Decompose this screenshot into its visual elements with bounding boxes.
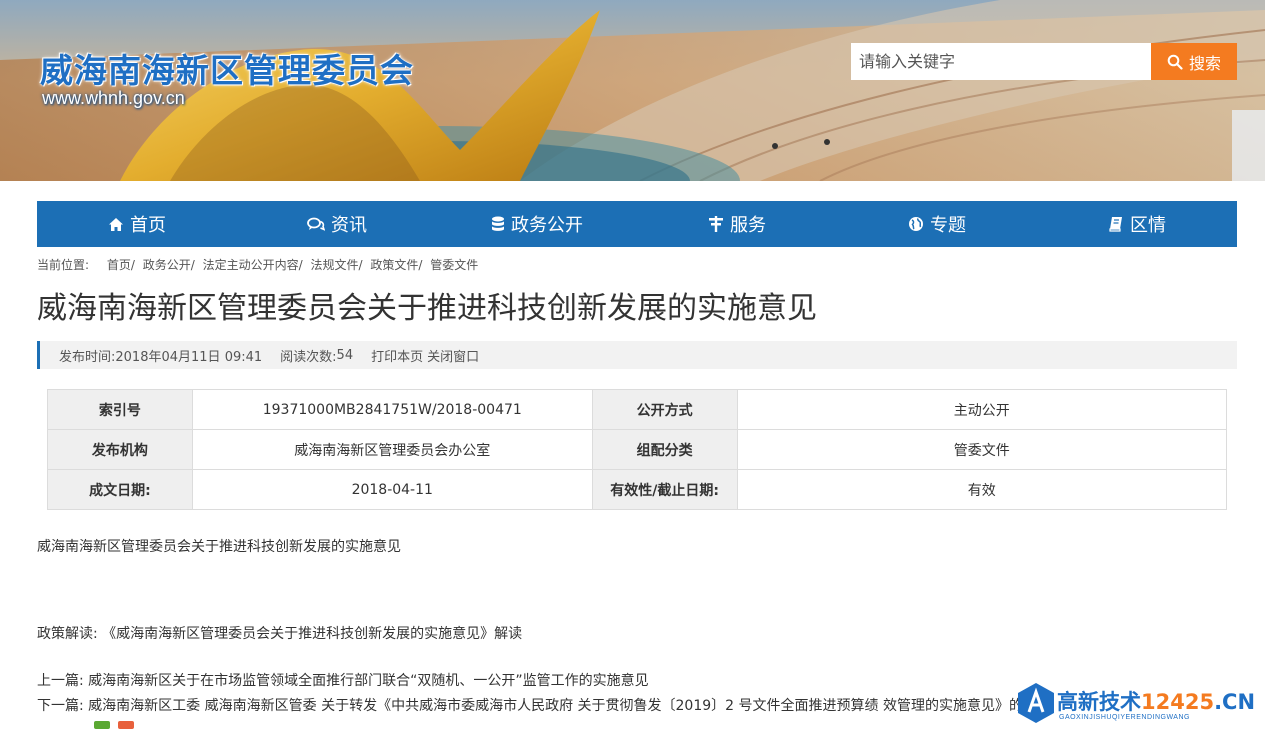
site-url: www.whnh.gov.cn bbox=[42, 88, 185, 108]
table-row: 索引号 19371000MB2841751W/2018-00471 公开方式 主… bbox=[47, 389, 1228, 430]
interpretation-label: 政策解读: bbox=[37, 626, 98, 642]
watermark-suffix: .CN bbox=[1214, 690, 1256, 714]
article-meta: 发布时间: 2018年04月11日 09:41 阅读次数: 54 打印本页 关闭… bbox=[37, 341, 1237, 369]
breadcrumb-link[interactable]: 法规文件/ bbox=[311, 258, 363, 272]
breadcrumb-link[interactable]: 法定主动公开内容/ bbox=[203, 258, 303, 272]
breadcrumb-link[interactable]: 首页/ bbox=[107, 258, 135, 272]
article-body-title: 威海南海新区管理委员会关于推进科技创新发展的实施意见 bbox=[37, 539, 401, 555]
next-article: 下一篇: 威海南海新区工委 威海南海新区管委 关于转发《中共威海市委威海市人民政… bbox=[37, 695, 1022, 715]
table-row: 成文日期: 2018-04-11 有效性/截止日期: 有效 bbox=[47, 469, 1228, 510]
nav-item-label: 首页 bbox=[130, 215, 166, 236]
previous-article: 上一篇: 威海南海新区关于在市场监管领域全面推行部门联合“双随机、一公开”监管工… bbox=[37, 670, 649, 690]
site-title: 威海南海新区管理委员会 bbox=[40, 51, 414, 90]
watermark-number: 12425 bbox=[1141, 690, 1215, 714]
close-window-link[interactable]: 关闭窗口 bbox=[427, 346, 479, 365]
nav-item-label: 资讯 bbox=[331, 215, 367, 236]
info-key: 组配分类 bbox=[591, 429, 738, 470]
views-count: 54 bbox=[336, 347, 354, 363]
info-key: 索引号 bbox=[47, 389, 193, 430]
info-key: 成文日期: bbox=[47, 469, 193, 510]
info-key: 公开方式 bbox=[591, 389, 738, 430]
nav-item-service[interactable]: 服务 bbox=[637, 201, 837, 247]
watermark-subtitle: GAOXINJISHUQIYERENDINGWANG bbox=[1059, 714, 1190, 721]
table-row: 发布机构 威海南海新区管理委员会办公室 组配分类 管委文件 bbox=[47, 429, 1228, 470]
page-title: 威海南海新区管理委员会关于推进科技创新发展的实施意见 bbox=[37, 291, 817, 326]
nav-item-government-affairs[interactable]: 政务公开 bbox=[437, 201, 637, 247]
search-button-label: 搜索 bbox=[1188, 53, 1221, 73]
search-icon bbox=[1167, 54, 1183, 70]
next-article-link[interactable]: 威海南海新区工委 威海南海新区管委 关于转发《中共威海市委威海市人民政府 关于贯… bbox=[88, 698, 1022, 714]
watermark-logo-icon bbox=[1018, 683, 1054, 723]
views-label: 阅读次数: bbox=[280, 349, 337, 365]
info-value: 有效 bbox=[736, 469, 1228, 510]
policy-interpretation: 政策解读: 《威海南海新区管理委员会关于推进科技创新发展的实施意见》解读 bbox=[37, 623, 522, 643]
info-value: 管委文件 bbox=[736, 429, 1228, 470]
nav-item-label: 区情 bbox=[1130, 215, 1166, 236]
next-label: 下一篇: bbox=[37, 698, 84, 714]
nav-item-news[interactable]: 资讯 bbox=[237, 201, 437, 247]
prev-article-link[interactable]: 威海南海新区关于在市场监管领域全面推行部门联合“双随机、一公开”监管工作的实施意… bbox=[88, 673, 649, 689]
info-key: 发布机构 bbox=[47, 429, 193, 470]
publish-time-label: 发布时间: bbox=[59, 349, 116, 365]
document-info-table: 索引号 19371000MB2841751W/2018-00471 公开方式 主… bbox=[47, 389, 1228, 510]
info-value: 主动公开 bbox=[736, 389, 1228, 430]
publish-time: 2018年04月11日 09:41 bbox=[115, 349, 263, 365]
print-link[interactable]: 打印本页 bbox=[371, 346, 423, 365]
comments-icon bbox=[307, 217, 325, 231]
info-value: 威海南海新区管理委员会办公室 bbox=[191, 429, 593, 470]
search-input[interactable] bbox=[851, 43, 1151, 80]
watermark: 高新技术12425.CN GAOXINJISHUQIYERENDINGWANG bbox=[1017, 676, 1265, 728]
breadcrumb-link[interactable]: 管委文件 bbox=[430, 258, 478, 272]
info-key: 有效性/截止日期: bbox=[591, 469, 738, 510]
search-button[interactable]: 搜索 bbox=[1151, 43, 1237, 80]
breadcrumb: 当前位置: 首页/ 政务公开/ 法定主动公开内容/ 法规文件/ 政策文件/ 管委… bbox=[37, 256, 482, 273]
nav-item-label: 政务公开 bbox=[511, 215, 583, 236]
nav-item-label: 服务 bbox=[730, 215, 766, 236]
info-value: 19371000MB2841751W/2018-00471 bbox=[191, 389, 593, 430]
main-nav: 首页 资讯 政务公开 服务 专题 区情 bbox=[37, 201, 1237, 247]
nav-item-topics[interactable]: 专题 bbox=[837, 201, 1037, 247]
breadcrumb-prefix: 当前位置: bbox=[37, 258, 90, 272]
watermark-title-text: 高新技术 bbox=[1057, 690, 1141, 714]
database-icon bbox=[492, 216, 504, 231]
globe-icon bbox=[909, 217, 923, 231]
nav-item-label: 专题 bbox=[930, 215, 966, 236]
breadcrumb-link[interactable]: 政务公开/ bbox=[143, 258, 195, 272]
prev-label: 上一篇: bbox=[37, 673, 84, 689]
site-banner: 威海南海新区管理委员会 www.whnh.gov.cn bbox=[0, 0, 1265, 181]
nav-item-district-info[interactable]: 区情 bbox=[1037, 201, 1237, 247]
nav-item-home[interactable]: 首页 bbox=[37, 201, 237, 247]
book-icon bbox=[1109, 217, 1122, 232]
home-icon bbox=[109, 217, 123, 231]
interpretation-link[interactable]: 《威海南海新区管理委员会关于推进科技创新发展的实施意见》解读 bbox=[102, 626, 522, 642]
watermark-title: 高新技术12425.CN bbox=[1057, 686, 1255, 716]
breadcrumb-link[interactable]: 政策文件/ bbox=[370, 258, 422, 272]
info-value: 2018-04-11 bbox=[191, 469, 593, 510]
service-icon bbox=[709, 216, 723, 232]
